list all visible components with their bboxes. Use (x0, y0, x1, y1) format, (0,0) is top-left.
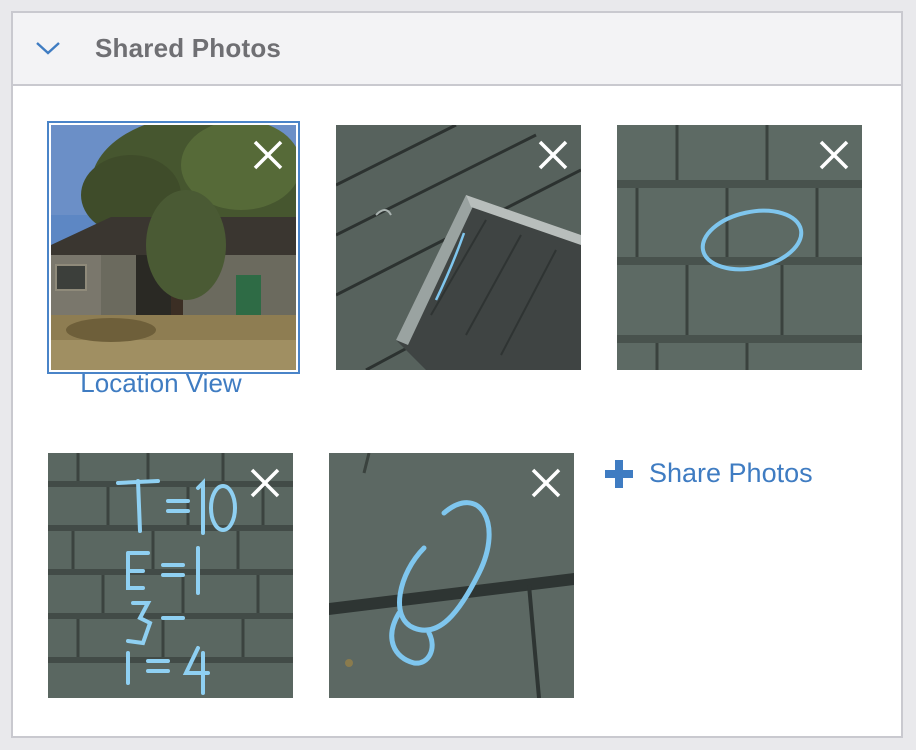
share-photos-label: Share Photos (649, 458, 813, 488)
panel-header[interactable]: Shared Photos (13, 13, 901, 86)
close-icon[interactable] (528, 465, 564, 501)
share-photos-button[interactable]: Share Photos (604, 458, 813, 489)
close-icon[interactable] (535, 137, 571, 173)
photo-thumbnail[interactable] (336, 125, 581, 370)
photo-thumbnail[interactable] (617, 125, 862, 370)
close-icon[interactable] (247, 465, 283, 501)
photo-thumbnail[interactable] (48, 453, 293, 698)
close-icon[interactable] (816, 137, 852, 173)
panel-title: Shared Photos (95, 33, 282, 63)
chevron-down-icon[interactable] (35, 40, 61, 56)
photo-thumbnail[interactable] (329, 453, 574, 698)
photo-thumbnail-location-view[interactable] (47, 121, 300, 374)
photo-caption[interactable]: Location View (36, 368, 286, 399)
plus-icon (605, 459, 633, 488)
close-icon[interactable] (250, 137, 286, 173)
